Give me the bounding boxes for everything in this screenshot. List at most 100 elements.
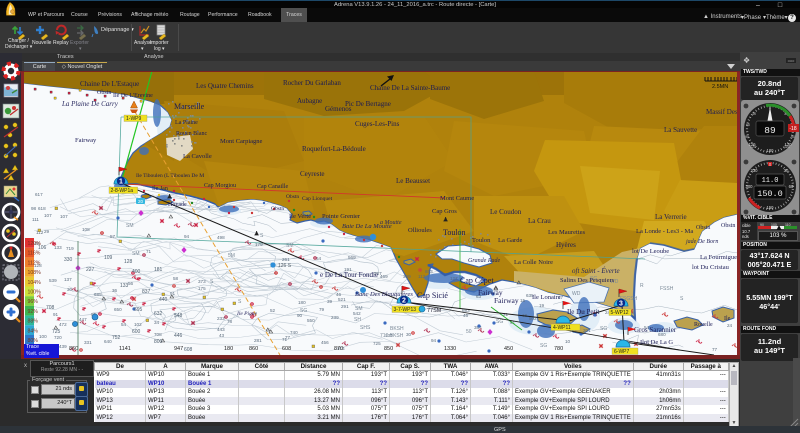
svg-text:Cap Cépet: Cap Cépet <box>460 276 494 285</box>
svg-text:Ilot De La G: Ilot De La G <box>640 339 673 346</box>
svg-text:708: 708 <box>154 332 162 337</box>
svg-text:La Crau: La Crau <box>528 217 551 225</box>
svg-text:FSSH: FSSH <box>660 286 674 292</box>
svg-text:Fairway: Fairway <box>75 137 97 144</box>
svg-text:181: 181 <box>154 267 163 273</box>
svg-text:Cap Canaille: Cap Canaille <box>257 184 288 190</box>
svg-text:Ile Verte: Ile Verte <box>289 213 311 220</box>
svg-text:1141: 1141 <box>119 346 131 352</box>
svg-text:498: 498 <box>217 235 225 240</box>
svg-text:Ile Jan: Ile Jan <box>152 186 168 192</box>
svg-text:126 S: 126 S <box>278 263 292 269</box>
svg-text:Hoyade: Hoyade <box>168 202 187 208</box>
svg-text:373: 373 <box>198 279 206 284</box>
svg-text:2-8-WP1a: 2-8-WP1a <box>111 188 134 194</box>
svg-text:10: 10 <box>565 339 571 344</box>
svg-text:94: 94 <box>184 234 190 239</box>
svg-text:548: 548 <box>174 313 183 319</box>
svg-text:29: 29 <box>44 229 50 234</box>
svg-text:116%: 116% <box>28 251 41 257</box>
svg-text:98: 98 <box>31 206 37 211</box>
svg-text:71: 71 <box>146 249 152 254</box>
svg-text:Ollioules: Ollioules <box>408 227 432 234</box>
svg-text:77: 77 <box>285 335 291 340</box>
svg-text:725: 725 <box>52 329 61 335</box>
svg-text:Cap Morgiou: Cap Morgiou <box>204 183 236 189</box>
svg-text:Gémenos: Gémenos <box>325 105 352 113</box>
svg-text:58: 58 <box>173 276 179 281</box>
svg-text:860: 860 <box>249 346 258 352</box>
svg-text:Rouelle: Rouelle <box>694 322 713 328</box>
svg-text:64: 64 <box>316 256 322 261</box>
svg-text:175: 175 <box>198 286 206 291</box>
svg-text:720: 720 <box>54 335 62 340</box>
svg-text:1: 1 <box>119 179 123 186</box>
svg-text:78: 78 <box>227 319 233 324</box>
svg-text:104%: 104% <box>28 280 42 286</box>
svg-text:239: 239 <box>331 315 339 320</box>
svg-text:Obstn: Obstn <box>271 206 284 212</box>
svg-text:57: 57 <box>110 234 116 239</box>
svg-text:5-WP12: 5-WP12 <box>611 310 629 316</box>
svg-text:WD: WD <box>572 291 581 297</box>
svg-text:780: 780 <box>554 346 563 352</box>
svg-text:Marseille: Marseille <box>174 102 205 111</box>
svg-text:88%: 88% <box>28 319 39 325</box>
svg-text:24: 24 <box>727 323 733 328</box>
svg-text:15: 15 <box>520 298 526 303</box>
svg-text:3-7-WP13: 3-7-WP13 <box>394 307 417 313</box>
svg-text:539: 539 <box>49 278 57 283</box>
svg-text:133: 133 <box>120 283 129 289</box>
svg-text:30: 30 <box>752 112 756 116</box>
svg-text:La Fourmigue: La Fourmigue <box>700 254 737 261</box>
svg-text:SHS: SHS <box>360 325 371 331</box>
svg-text:30: 30 <box>406 332 412 337</box>
svg-text:400: 400 <box>132 269 141 275</box>
svg-text:550: 550 <box>307 318 315 323</box>
svg-text:120%: 120% <box>28 241 42 247</box>
svg-text:96%: 96% <box>28 299 39 305</box>
svg-text:100%: 100% <box>28 290 42 296</box>
svg-text:43: 43 <box>219 333 225 338</box>
svg-text:Ile De L'Erevine: Ile De L'Erevine <box>113 93 153 99</box>
svg-text:SM: SM <box>132 251 140 257</box>
svg-text:710 BKSH: 710 BKSH <box>380 333 404 339</box>
svg-text:60: 60 <box>789 184 794 189</box>
svg-text:94: 94 <box>431 338 437 343</box>
svg-text:Cap Gros: Cap Gros <box>432 208 457 215</box>
svg-text:227: 227 <box>86 267 95 273</box>
svg-text:Rouen Blanc: Rouen Blanc <box>176 131 207 137</box>
svg-text:Massif Des: Massif Des <box>706 108 737 116</box>
svg-text:137: 137 <box>64 277 72 282</box>
svg-text:569: 569 <box>348 255 356 260</box>
svg-text:Le Beausset: Le Beausset <box>396 177 430 185</box>
svg-text:SG: SG <box>600 326 607 332</box>
svg-text:e De La Tour Fondie: e De La Tour Fondie <box>320 271 378 279</box>
svg-text:1-WP9: 1-WP9 <box>126 116 142 122</box>
svg-text:870: 870 <box>334 346 343 352</box>
svg-text:Aubagne: Aubagne <box>297 97 322 105</box>
svg-text:Ile Lonaire: Ile Lonaire <box>532 294 561 301</box>
svg-text:-18: -18 <box>789 126 796 132</box>
svg-text:Gros Sarannier: Gros Sarannier <box>634 326 677 334</box>
svg-text:Le Coudon: Le Coudon <box>490 208 522 216</box>
svg-text:102: 102 <box>134 322 142 327</box>
svg-text:201: 201 <box>583 328 591 333</box>
svg-text:331: 331 <box>84 340 92 345</box>
svg-text:2: 2 <box>402 298 406 305</box>
svg-text:Mont Caume: Mont Caume <box>440 195 474 202</box>
svg-text:36: 36 <box>112 288 118 293</box>
svg-text:La Colle Noire: La Colle Noire <box>514 259 553 266</box>
svg-text:440: 440 <box>159 297 168 303</box>
svg-text:740: 740 <box>290 330 298 335</box>
svg-text:SH: SH <box>354 317 361 323</box>
svg-text:261: 261 <box>282 257 290 262</box>
svg-text:BKSH: BKSH <box>390 326 404 332</box>
svg-text:725: 725 <box>373 341 381 346</box>
svg-text:108: 108 <box>82 227 90 232</box>
svg-text:Chaine De La Sainte-Baume: Chaine De La Sainte-Baume <box>370 84 450 92</box>
svg-text:399: 399 <box>403 274 411 279</box>
svg-text:Les Quatre Chemins: Les Quatre Chemins <box>196 82 254 90</box>
svg-text:719: 719 <box>66 246 74 251</box>
svg-text:77SM: 77SM <box>427 308 442 314</box>
